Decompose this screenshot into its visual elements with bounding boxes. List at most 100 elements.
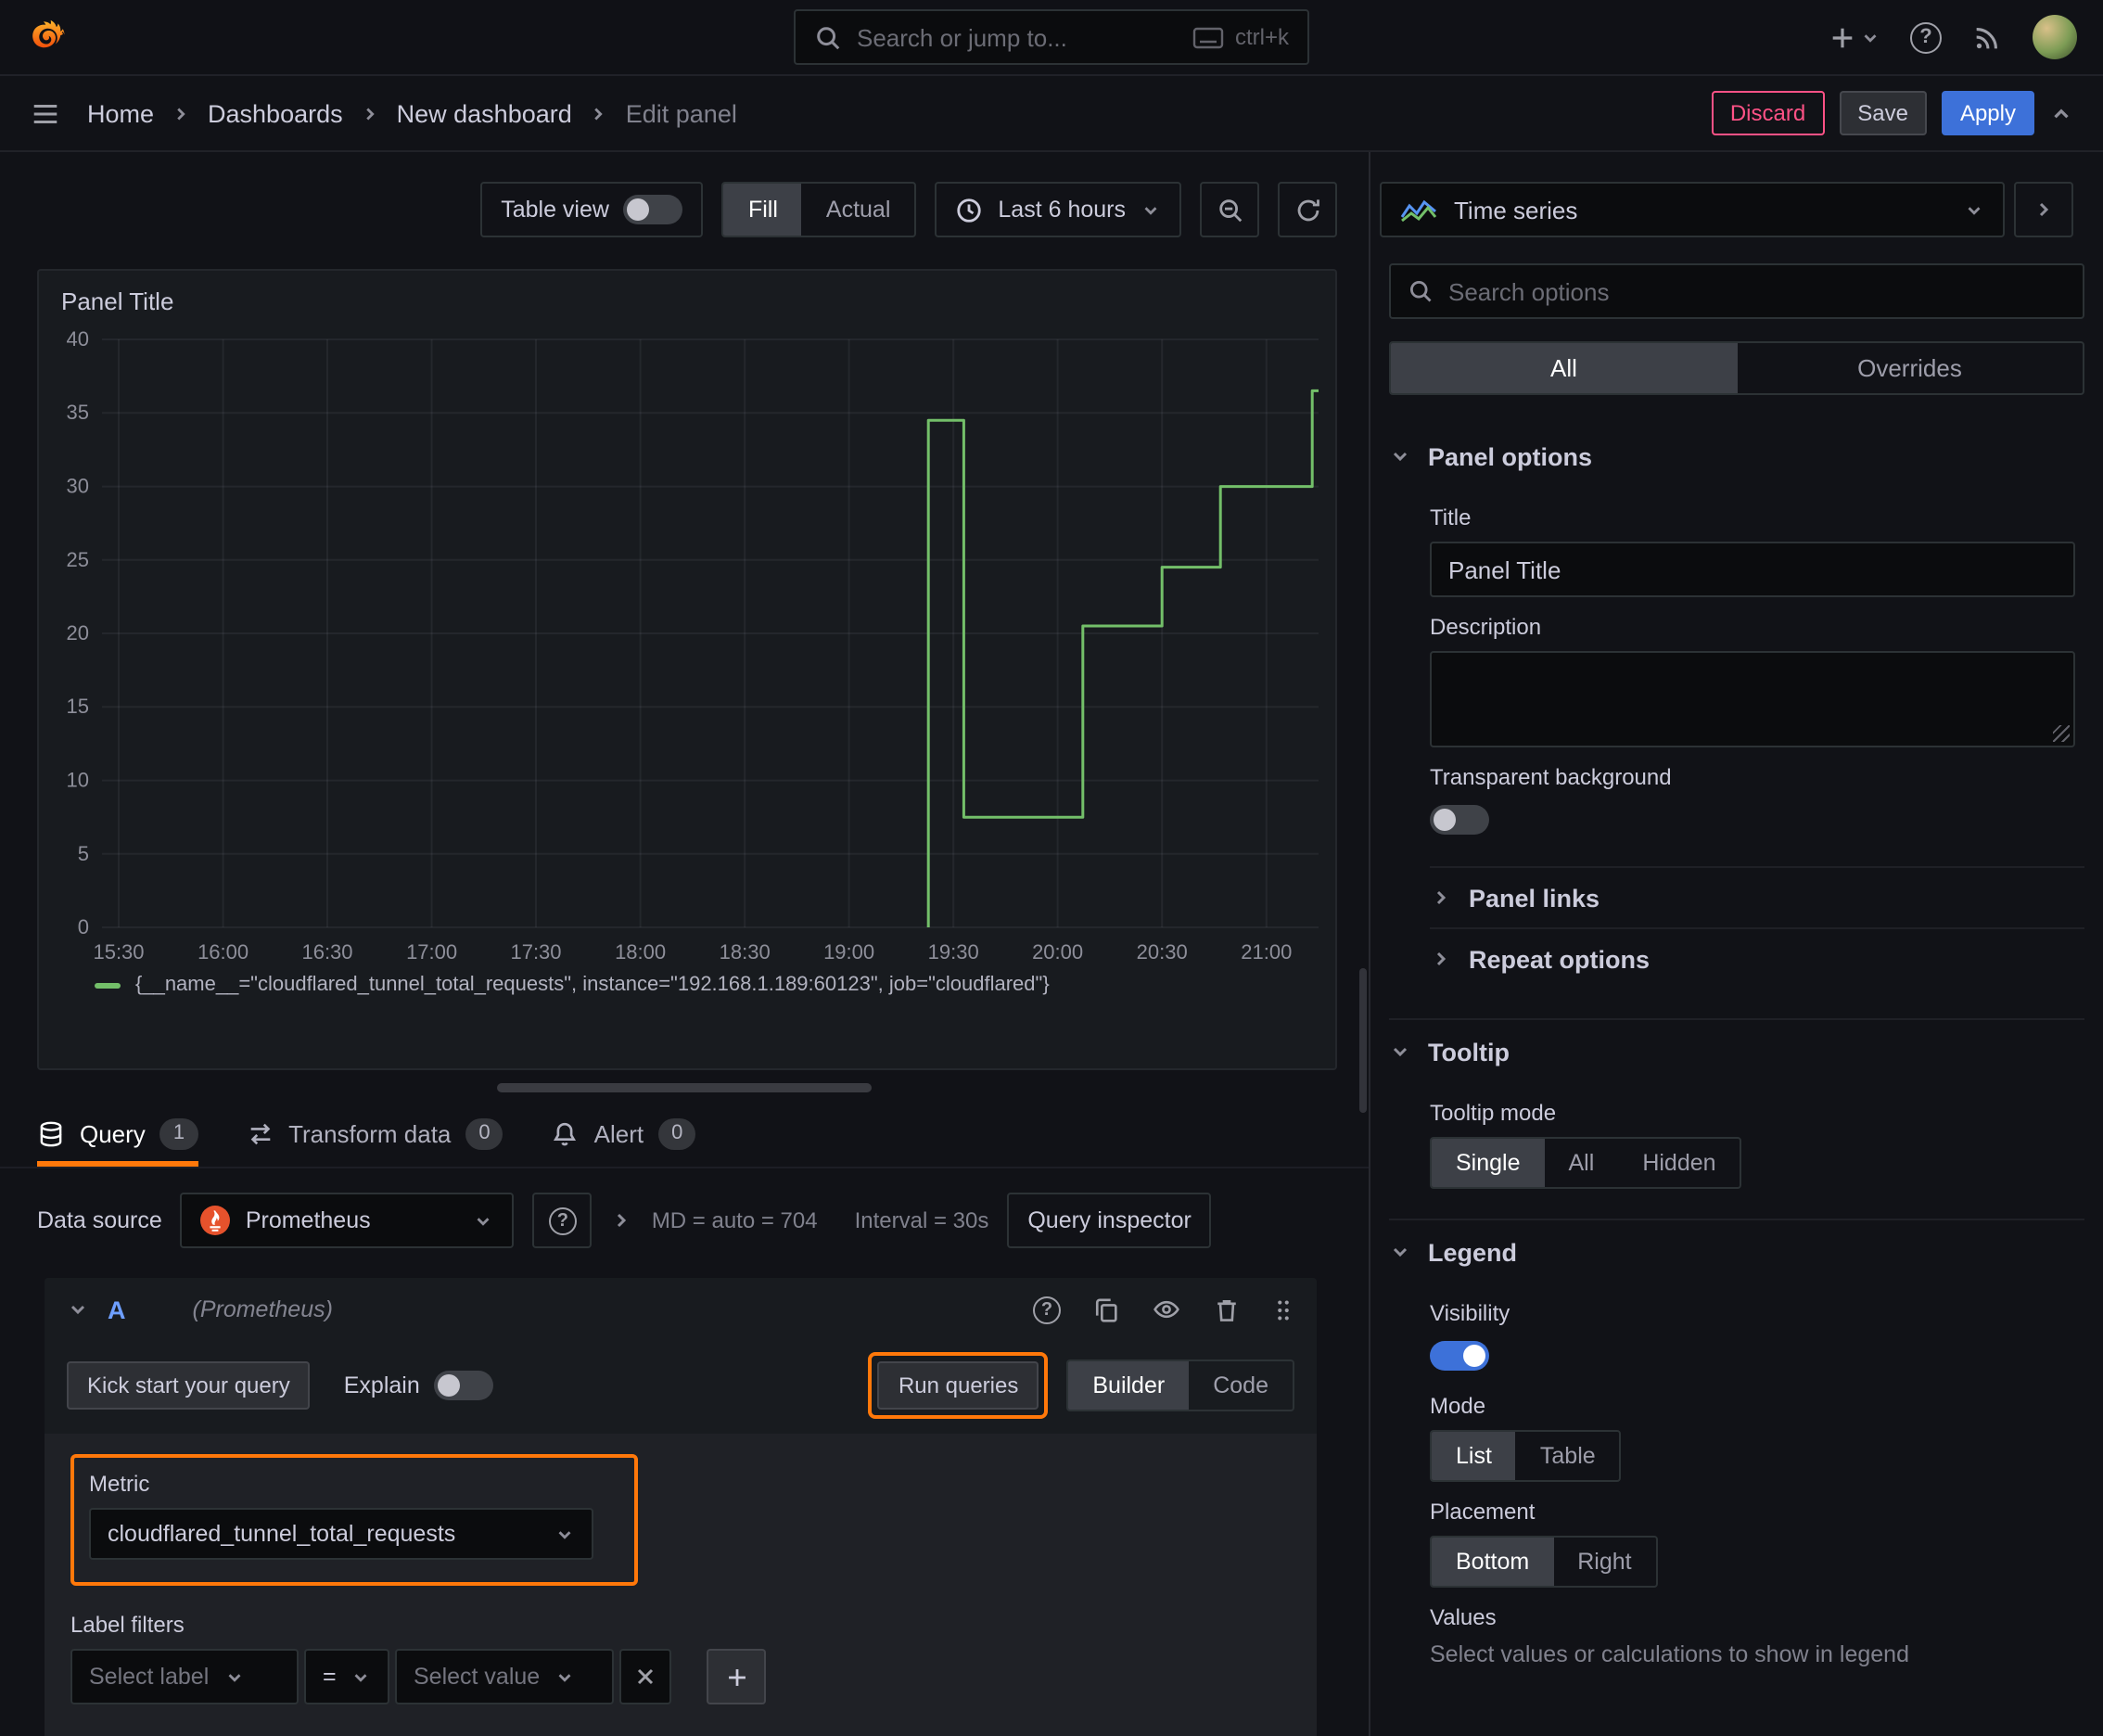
refresh-button[interactable]: [1278, 182, 1337, 237]
duplicate-query-icon[interactable]: [1092, 1296, 1120, 1323]
edit-panel-content: Table view Fill Actual Last 6 hours Pane…: [0, 152, 2103, 1736]
description-input[interactable]: [1430, 651, 2075, 747]
actual-option[interactable]: Actual: [802, 184, 915, 236]
options-search-input[interactable]: [1448, 277, 2066, 305]
grafana-logo[interactable]: [26, 15, 70, 59]
chart-legend-item[interactable]: {__name__="cloudflared_tunnel_total_requ…: [39, 970, 1335, 996]
chevron-down-icon: [1393, 1247, 1408, 1257]
query-row-header[interactable]: A (Prometheus) ?: [45, 1278, 1317, 1341]
options-search[interactable]: [1389, 263, 2084, 319]
transparent-background-switch[interactable]: [1430, 805, 1489, 835]
select-label-dropdown[interactable]: Select label: [70, 1649, 299, 1704]
user-avatar[interactable]: [2033, 15, 2077, 59]
metric-select[interactable]: cloudflared_tunnel_total_requests: [89, 1508, 593, 1560]
tab-query-count: 1: [159, 1118, 198, 1150]
transform-icon: [249, 1123, 270, 1145]
panel-links-section[interactable]: Panel links: [1430, 866, 2084, 927]
breadcrumb: Home Dashboards New dashboard Edit panel: [87, 99, 737, 127]
remove-filter-button[interactable]: [619, 1649, 671, 1704]
builder-option[interactable]: Builder: [1068, 1361, 1190, 1410]
vertical-scrollbar[interactable]: [1359, 968, 1367, 1113]
legend-visibility-switch[interactable]: [1430, 1341, 1489, 1371]
help-button[interactable]: ?: [1910, 21, 1942, 53]
legend-placement-bottom-option[interactable]: Bottom: [1432, 1538, 1554, 1586]
svg-text:10: 10: [67, 769, 89, 792]
svg-text:20: 20: [67, 621, 89, 645]
kick-start-query-button[interactable]: Kick start your query: [67, 1361, 311, 1410]
options-tab-overrides[interactable]: Overrides: [1737, 343, 2083, 393]
timeseries-chart[interactable]: 0 5 10 15 20 25 30 35 40 15:30 16:00 16:30 17:00 17:3…: [43, 325, 1326, 970]
tooltip-header[interactable]: Tooltip: [1389, 1020, 2084, 1083]
query-inspector-button[interactable]: Query inspector: [1007, 1193, 1212, 1248]
legend-mode-list-option[interactable]: List: [1432, 1432, 1516, 1480]
datasource-help-button[interactable]: ?: [532, 1193, 593, 1248]
time-range-picker[interactable]: Last 6 hours: [935, 182, 1181, 237]
global-search[interactable]: ctrl+k: [794, 9, 1309, 65]
tab-transform-data[interactable]: Transform data 0: [246, 1102, 503, 1167]
discard-button[interactable]: Discard: [1711, 91, 1825, 135]
tab-alert[interactable]: Alert 0: [552, 1102, 696, 1167]
datasource-picker[interactable]: Prometheus: [180, 1193, 515, 1248]
collapse-header-button[interactable]: [2049, 101, 2073, 125]
collapse-query-icon[interactable]: [67, 1298, 89, 1321]
hide-query-icon[interactable]: [1152, 1295, 1181, 1324]
tooltip-mode-label: Tooltip mode: [1430, 1100, 1557, 1126]
breadcrumb-new-dashboard[interactable]: New dashboard: [397, 99, 572, 127]
svg-text:16:30: 16:30: [301, 940, 352, 964]
legend-visibility-label: Visibility: [1430, 1300, 1510, 1326]
query-builder-toolbar: Kick start your query Explain Run querie…: [45, 1341, 1317, 1434]
legend-mode-segment: List Table: [1430, 1430, 1622, 1482]
select-value-dropdown[interactable]: Select value: [395, 1649, 614, 1704]
apply-button[interactable]: Apply: [1941, 91, 2034, 135]
horizontal-scrollbar[interactable]: [497, 1083, 872, 1092]
operator-value: =: [323, 1664, 337, 1690]
table-view-switch[interactable]: [623, 195, 683, 224]
legend-mode-table-option[interactable]: Table: [1516, 1432, 1620, 1480]
breadcrumb-dashboards[interactable]: Dashboards: [208, 99, 343, 127]
prom-query-editor: Metric cloudflared_tunnel_total_requests…: [45, 1434, 1317, 1736]
tooltip-all-option[interactable]: All: [1545, 1139, 1619, 1187]
zoom-out-icon: [1218, 198, 1242, 222]
legend-placement-right-option[interactable]: Right: [1553, 1538, 1655, 1586]
delete-query-icon[interactable]: [1213, 1296, 1241, 1323]
add-filter-button[interactable]: [707, 1649, 766, 1704]
collapse-options-button[interactable]: [2014, 182, 2073, 237]
menu-toggle-button[interactable]: [30, 97, 61, 129]
run-queries-button[interactable]: Run queries: [877, 1361, 1039, 1410]
options-tab-all[interactable]: All: [1391, 343, 1737, 393]
zoom-out-button[interactable]: [1200, 182, 1259, 237]
visualization-name: Time series: [1454, 196, 1578, 223]
chevron-down-icon: [558, 1673, 571, 1681]
panel-title-input[interactable]: [1430, 542, 2075, 597]
drag-handle-icon[interactable]: [1272, 1296, 1294, 1323]
news-button[interactable]: [1971, 21, 2003, 53]
tooltip-single-option[interactable]: Single: [1432, 1139, 1545, 1187]
panel-options-pane: Time series All Overrides: [1369, 152, 2103, 1736]
repeat-options-section[interactable]: Repeat options: [1430, 927, 2084, 989]
breadcrumb-home[interactable]: Home: [87, 99, 154, 127]
query-help-icon[interactable]: ?: [1033, 1296, 1061, 1323]
search-input[interactable]: [857, 23, 1178, 51]
explain-switch[interactable]: [434, 1371, 494, 1400]
save-button[interactable]: Save: [1839, 91, 1927, 135]
fill-option[interactable]: Fill: [723, 184, 802, 236]
options-tabs: All Overrides: [1389, 341, 2084, 395]
metric-highlight: Metric cloudflared_tunnel_total_requests: [70, 1454, 638, 1586]
panel-options-header[interactable]: Panel options: [1389, 425, 2084, 488]
query-options-toggle-icon[interactable]: [611, 1209, 633, 1232]
visualization-picker[interactable]: Time series: [1380, 182, 2005, 237]
query-options-summary[interactable]: MD = auto = 704 Interval = 30s: [652, 1207, 989, 1233]
legend-header[interactable]: Legend: [1389, 1220, 2084, 1283]
operator-dropdown[interactable]: =: [304, 1649, 389, 1704]
plus-icon: [728, 1668, 745, 1685]
help-icon: ?: [548, 1206, 577, 1234]
description-wrap: [1430, 651, 2075, 747]
tab-transform-count: 0: [465, 1118, 503, 1150]
tab-query[interactable]: Query 1: [37, 1102, 198, 1167]
code-option[interactable]: Code: [1189, 1361, 1293, 1410]
svg-text:21:00: 21:00: [1241, 940, 1292, 964]
new-menu-button[interactable]: [1829, 23, 1880, 51]
tooltip-hidden-option[interactable]: Hidden: [1618, 1139, 1740, 1187]
chevron-down-icon: [1968, 206, 1981, 214]
resize-grip-icon[interactable]: [2053, 725, 2070, 742]
